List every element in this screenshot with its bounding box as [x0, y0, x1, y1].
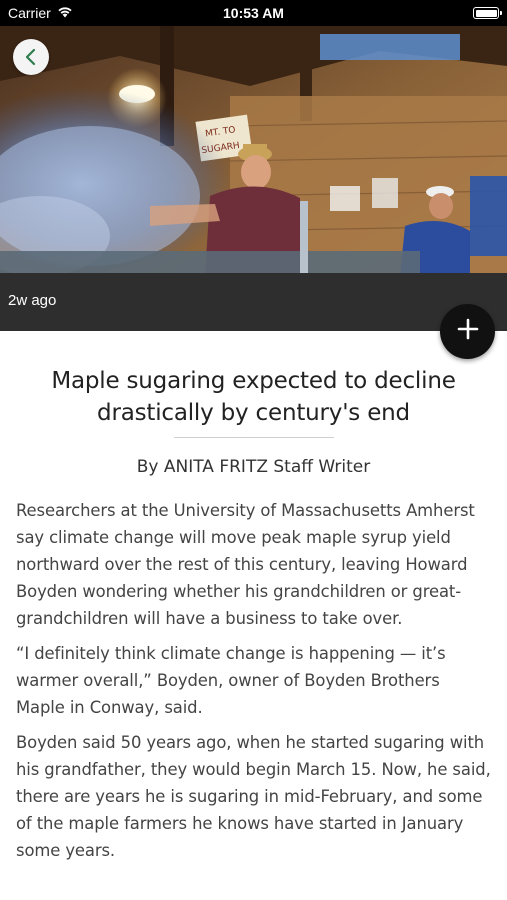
- article-headline: Maple sugaring expected to decline drast…: [51, 368, 456, 426]
- plus-icon: [457, 318, 479, 345]
- headline-divider: [173, 437, 334, 438]
- article-paragraph: “I definitely think climate change is ha…: [16, 644, 446, 717]
- article-timestamp: 2w ago: [8, 292, 57, 309]
- article-paragraph: Researchers at the University of Massach…: [16, 501, 475, 628]
- status-right: [473, 7, 502, 19]
- status-time: 10:53 AM: [223, 5, 284, 21]
- hero-photo: MT. TO SUGARH 2w ago: [0, 26, 507, 331]
- hero-caption-bar: [0, 273, 507, 331]
- status-bar: Carrier 10:53 AM: [0, 0, 507, 26]
- battery-icon: [473, 7, 502, 19]
- back-button[interactable]: [13, 39, 49, 75]
- article-paragraph: Boyden said 50 years ago, when he starte…: [16, 733, 491, 860]
- article-byline: By ANITA FRITZ Staff Writer: [136, 457, 371, 477]
- article-body: Researchers at the University of Massach…: [16, 497, 491, 864]
- article: Maple sugaring expected to decline drast…: [0, 331, 507, 872]
- add-button[interactable]: [440, 304, 495, 359]
- chevron-left-icon: [24, 48, 38, 66]
